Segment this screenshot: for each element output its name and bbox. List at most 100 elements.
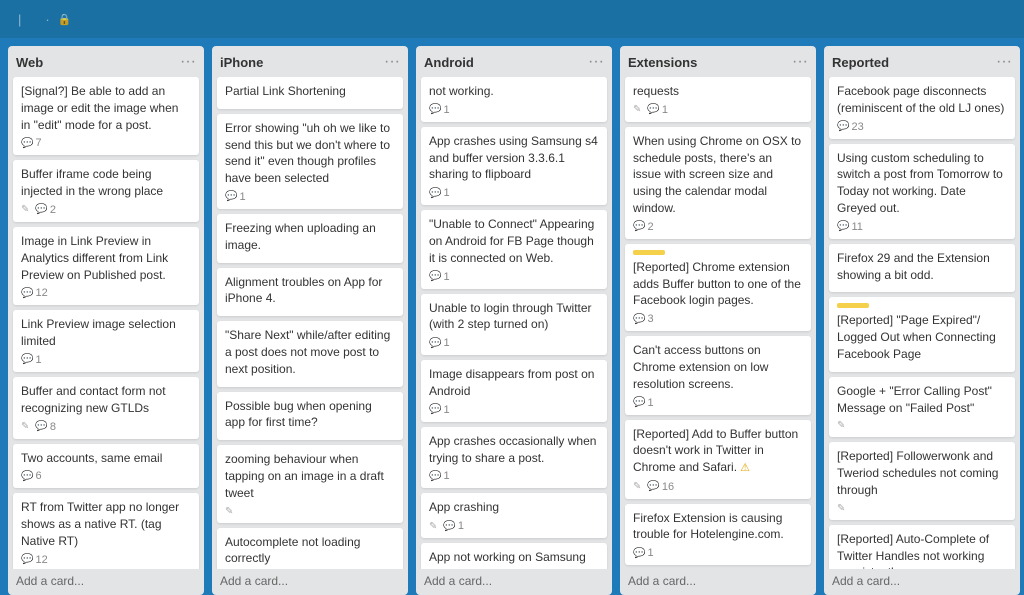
card[interactable]: "Unable to Connect" Appearing on Android… — [421, 210, 607, 288]
card-footer: 💬1 — [429, 271, 599, 283]
card-footer: ✎ 💬8 — [21, 421, 191, 433]
card-text: Partial Link Shortening — [225, 83, 395, 100]
card[interactable]: Firefox Extension is causing trouble for… — [625, 504, 811, 566]
board-header: | · 🔒 — [0, 0, 1024, 38]
card[interactable]: App not working on Samsung Galaxy s5💬1 — [421, 543, 607, 569]
card-text: Error showing "uh oh we like to send thi… — [225, 120, 395, 187]
comment-number: 1 — [443, 271, 449, 283]
card[interactable]: Link Preview image selection limited💬1 — [13, 310, 199, 372]
card-footer: ✎💬16 — [633, 481, 803, 493]
card[interactable]: Can't access buttons on Chrome extension… — [625, 336, 811, 414]
column-menu-icon[interactable]: ··· — [588, 53, 604, 71]
card[interactable]: not working.💬1 — [421, 77, 607, 122]
card-text: [Reported] "Page Expired"/ Logged Out wh… — [837, 312, 1007, 362]
card[interactable]: Using custom scheduling to switch a post… — [829, 144, 1015, 239]
card-footer: 💬12 — [21, 287, 191, 299]
card[interactable]: Facebook page disconnects (reminiscent o… — [829, 77, 1015, 139]
add-card-button[interactable]: Add a card... — [212, 569, 408, 595]
card-footer: 💬1 — [633, 547, 803, 559]
comment-number: 1 — [662, 104, 668, 116]
card-footer: ✎💬1 — [633, 104, 803, 116]
card[interactable]: "Share Next" while/after editing a post … — [217, 321, 403, 386]
comment-count: 💬6 — [21, 470, 42, 482]
comment-number: 1 — [443, 104, 449, 116]
card[interactable]: [Reported] Followerwonk and Tweriod sche… — [829, 442, 1015, 519]
comment-icon: 💬 — [35, 421, 47, 432]
add-card-button[interactable]: Add a card... — [620, 569, 816, 595]
comment-count: 💬1 — [429, 404, 450, 416]
header-separator2: · — [45, 12, 49, 27]
card[interactable]: RT from Twitter app no longer shows as a… — [13, 493, 199, 569]
comment-count: 💬7 — [21, 137, 42, 149]
comment-icon: 💬 — [429, 471, 441, 482]
column-menu-icon[interactable]: ··· — [180, 53, 196, 71]
card-text: "Share Next" while/after editing a post … — [225, 327, 395, 377]
card[interactable]: Freezing when uploading an image. — [217, 214, 403, 263]
column-cards-iphone: Partial Link Shortening Error showing "uh… — [212, 77, 408, 569]
card[interactable]: Alignment troubles on App for iPhone 4. — [217, 268, 403, 317]
card-text: [Reported] Add to Buffer button doesn't … — [633, 426, 803, 477]
comment-icon: 💬 — [633, 397, 645, 408]
comment-count: 💬23 — [837, 121, 864, 133]
card-footer: 💬1 — [429, 187, 599, 199]
card[interactable]: requests✎💬1 — [625, 77, 811, 122]
column-menu-icon[interactable]: ··· — [996, 53, 1012, 71]
comment-count: 💬1 — [633, 547, 654, 559]
comment-icon: 💬 — [21, 288, 33, 299]
column-menu-icon[interactable]: ··· — [792, 53, 808, 71]
card[interactable]: Buffer and contact form not recognizing … — [13, 377, 199, 439]
card[interactable]: App crashes occasionally when trying to … — [421, 427, 607, 489]
card[interactable]: Error showing "uh oh we like to send thi… — [217, 114, 403, 209]
card[interactable]: [Reported] Auto-Complete of Twitter Hand… — [829, 525, 1015, 569]
comment-number: 1 — [458, 520, 464, 532]
card[interactable]: App crashing✎💬1 — [421, 493, 607, 538]
column-header-android: Android··· — [416, 46, 612, 77]
add-card-button[interactable]: Add a card... — [416, 569, 612, 595]
add-card-button[interactable]: Add a card... — [8, 569, 204, 595]
card-footer: 💬12 — [21, 554, 191, 566]
add-card-button[interactable]: Add a card... — [824, 569, 1020, 595]
comment-icon: 💬 — [429, 271, 441, 282]
card-footer: ✎💬2 — [21, 204, 191, 216]
card[interactable]: [Reported] Add to Buffer button doesn't … — [625, 420, 811, 499]
card[interactable]: [Reported] "Page Expired"/ Logged Out wh… — [829, 297, 1015, 371]
card[interactable]: Two accounts, same email💬6 — [13, 444, 199, 489]
comment-count: 💬2 — [35, 204, 56, 216]
comment-number: 8 — [50, 421, 56, 433]
card[interactable]: [Signal?] Be able to add an image or edi… — [13, 77, 199, 155]
card[interactable]: When using Chrome on OSX to schedule pos… — [625, 127, 811, 239]
card[interactable]: Possible bug when opening app for first … — [217, 392, 403, 441]
comment-icon: 💬 — [443, 521, 455, 532]
comment-number: 3 — [647, 313, 653, 325]
card[interactable]: Firefox 29 and the Extension showing a b… — [829, 244, 1015, 293]
comment-count: 💬1 — [21, 354, 42, 366]
card-footer: 💬7 — [21, 137, 191, 149]
card[interactable]: zooming behaviour when tapping on an ima… — [217, 445, 403, 522]
card[interactable]: Image in Link Preview in Analytics diffe… — [13, 227, 199, 305]
card[interactable]: Autocomplete not loading correctly✎💬1 — [217, 528, 403, 569]
card[interactable]: [Reported] Chrome extension adds Buffer … — [625, 244, 811, 331]
card-footer: 💬1 — [21, 354, 191, 366]
comment-icon: 💬 — [837, 221, 849, 232]
card-text: When using Chrome on OSX to schedule pos… — [633, 133, 803, 217]
column-menu-icon[interactable]: ··· — [384, 53, 400, 71]
card-text: Firefox Extension is causing trouble for… — [633, 510, 803, 544]
header-separator: | — [18, 12, 21, 27]
comment-count: 💬3 — [633, 313, 654, 325]
comment-number: 1 — [647, 397, 653, 409]
edit-icon: ✎ — [225, 506, 233, 517]
comment-number: 23 — [851, 121, 863, 133]
comment-number: 16 — [662, 481, 674, 493]
card-footer: 💬2 — [633, 221, 803, 233]
card-footer: 💬3 — [633, 313, 803, 325]
card[interactable]: Partial Link Shortening — [217, 77, 403, 109]
edit-icon: ✎ — [21, 421, 29, 432]
column-header-reported: Reported··· — [824, 46, 1020, 77]
card[interactable]: Buffer iframe code being injected in the… — [13, 160, 199, 222]
comment-number: 6 — [35, 470, 41, 482]
card[interactable]: Image disappears from post on Android💬1 — [421, 360, 607, 422]
card[interactable]: App crashes using Samsung s4 and buffer … — [421, 127, 607, 205]
card[interactable]: Google + "Error Calling Post" Message on… — [829, 377, 1015, 438]
card[interactable]: Unable to login through Twitter (with 2 … — [421, 294, 607, 356]
comment-icon: 💬 — [429, 404, 441, 415]
